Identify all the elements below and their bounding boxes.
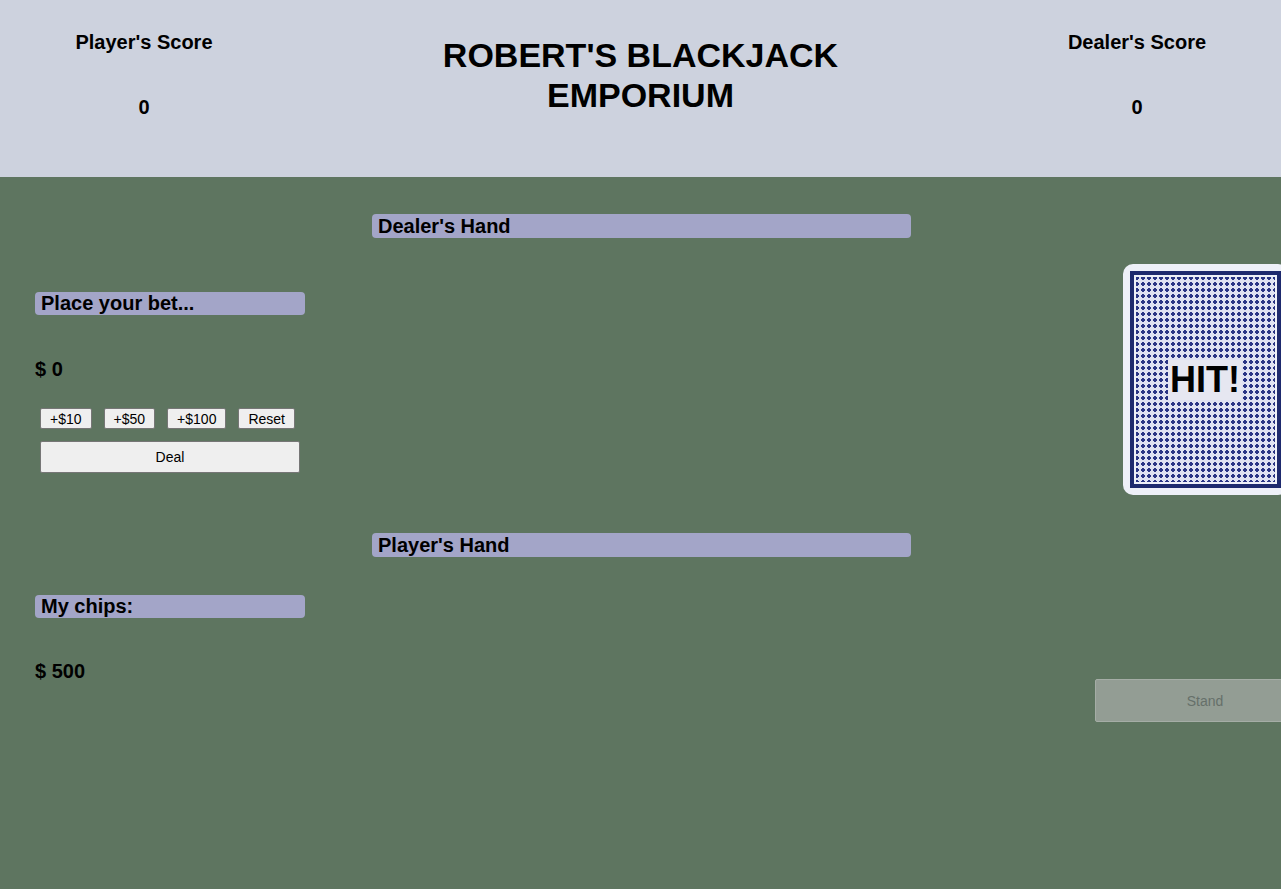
bet-panel: Place your bet... $ 0 +$10 +$50 +$100 Reset De…: [35, 177, 305, 889]
bet-amount: $ 0: [35, 358, 305, 381]
bet-label: Place your bet...: [35, 292, 305, 315]
bet-button[interactable]: +$10: [40, 408, 92, 429]
stand-button[interactable]: Stand: [1095, 679, 1281, 722]
dealer-score-label: Dealer's Score: [1068, 31, 1206, 54]
player-score-label: Player's Score: [75, 31, 212, 54]
dealer-score-value: 0: [1131, 96, 1142, 119]
title: ROBERT'S BLACKJACK EMPORIUM: [421, 35, 861, 115]
deal-button[interactable]: Deal: [40, 441, 300, 473]
bet-buttons: +$10 +$50 +$100 Reset: [35, 408, 305, 429]
player-score: Player's Score 0: [0, 31, 288, 119]
chips-amount: $ 500: [35, 660, 305, 683]
blackjack-page: Player's Score 0 ROBERT'S BLACKJACK EMPORI…: [0, 0, 1281, 889]
action-panel: HIT! Stand: [1095, 177, 1281, 889]
table: Place your bet... $ 0 +$10 +$50 +$100 Reset De…: [0, 177, 1281, 889]
dealer-score: Dealer's Score 0: [993, 31, 1281, 119]
bet-button[interactable]: Reset: [238, 408, 295, 429]
chips-label: My chips:: [35, 595, 305, 618]
player-hand: [372, 557, 911, 597]
hit-card[interactable]: HIT!: [1123, 264, 1281, 495]
hit-label: HIT!: [1168, 360, 1242, 400]
player-hand-label: Player's Hand: [372, 533, 911, 557]
dealer-hand: [372, 238, 911, 533]
player-score-value: 0: [138, 96, 149, 119]
hands: Dealer's Hand Player's Hand: [372, 177, 911, 889]
bet-button[interactable]: +$100: [167, 408, 226, 429]
card-back-pattern: HIT!: [1130, 271, 1281, 488]
dealer-hand-label: Dealer's Hand: [372, 214, 911, 238]
bet-button[interactable]: +$50: [104, 408, 156, 429]
header: Player's Score 0 ROBERT'S BLACKJACK EMPORI…: [0, 0, 1281, 177]
